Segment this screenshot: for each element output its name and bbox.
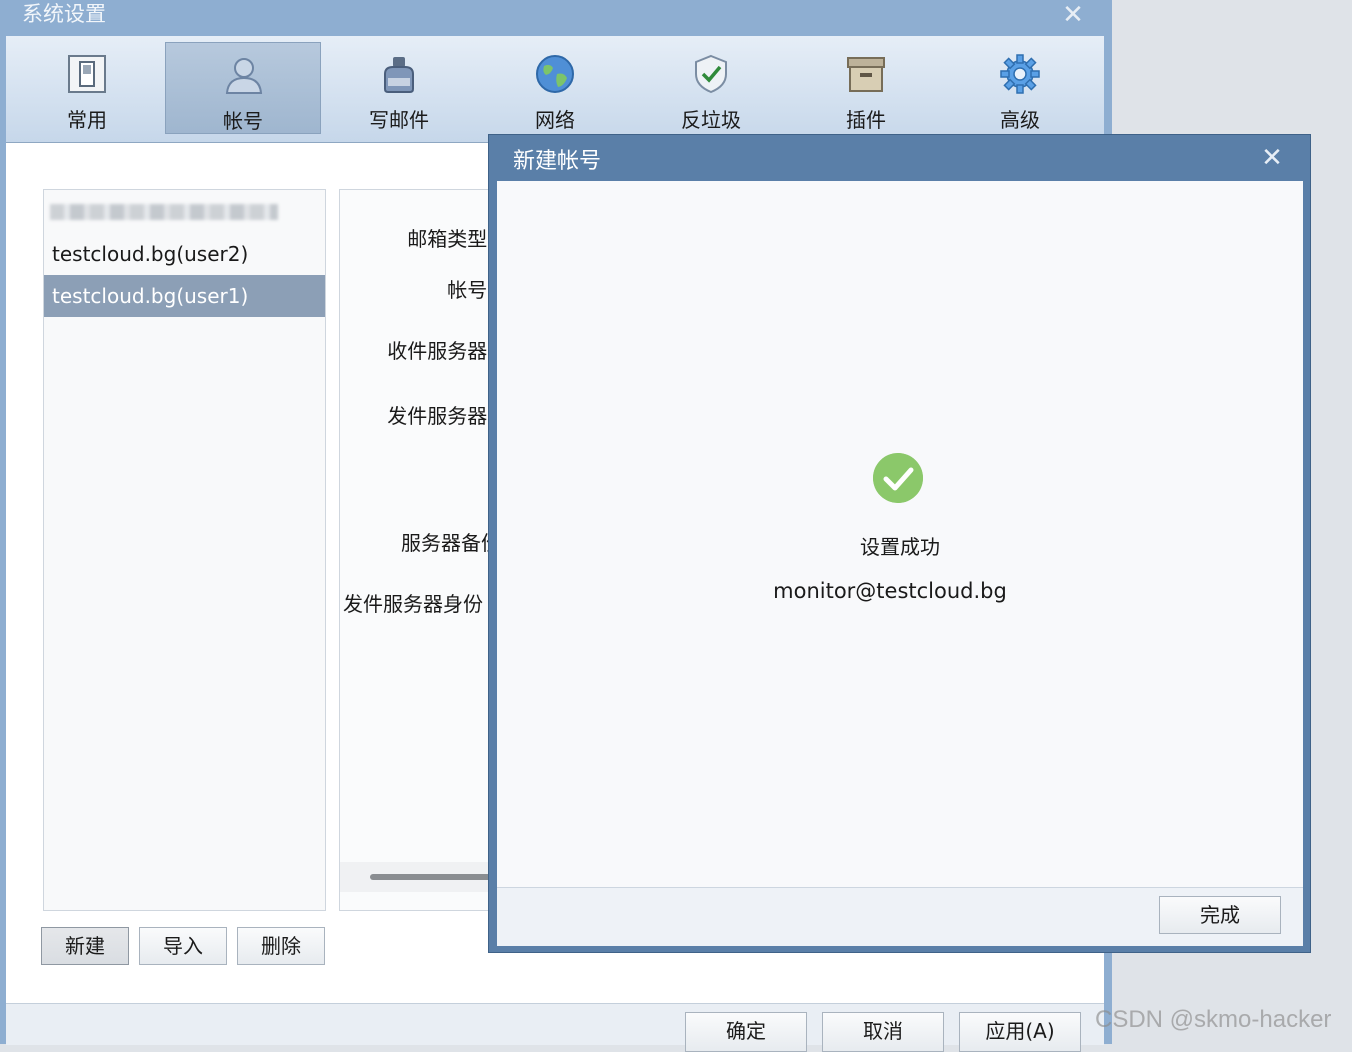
tab-antispam[interactable]: 反垃圾 (633, 42, 789, 134)
ink-bottle-icon (384, 57, 414, 93)
new-account-dialog: 新建帐号 ✕ 设置成功 monitor@testcloud.bg 完成 (488, 134, 1311, 953)
incoming-server-label: 收件服务器: (387, 339, 494, 363)
dialog-close-icon[interactable]: ✕ (1259, 145, 1285, 171)
blurred-account[interactable] (50, 204, 278, 220)
tab-network[interactable]: 网络 (477, 42, 633, 134)
delete-button[interactable]: 删除 (237, 927, 325, 965)
account-item-selected[interactable]: testcloud.bg(user1) (44, 275, 325, 317)
tab-label: 高级 (1000, 108, 1040, 132)
tab-label: 插件 (846, 108, 886, 132)
tab-label: 常用 (67, 108, 107, 132)
globe-icon (536, 55, 574, 93)
account-list[interactable]: testcloud.bg(user2) testcloud.bg(user1) (43, 189, 326, 911)
account-detail-panel: 邮箱类型: 帐号: 收件服务器: 发件服务器: 服务器备份 发件服务器身份 (339, 189, 501, 911)
mailbox-type-label: 邮箱类型: (407, 227, 494, 251)
account-item[interactable]: testcloud.bg(user2) (44, 233, 325, 275)
server-backup-label: 服务器备份 (401, 531, 501, 555)
window-close-icon[interactable]: ✕ (1060, 2, 1086, 28)
shield-check-icon (695, 54, 727, 94)
cancel-button[interactable]: 取消 (822, 1012, 944, 1052)
tab-label: 写邮件 (369, 108, 429, 132)
tab-label: 帐号 (223, 109, 263, 133)
smtp-auth-label: 发件服务器身份 (343, 592, 483, 616)
box-icon (847, 57, 885, 92)
scrollbar-thumb[interactable] (370, 874, 500, 880)
success-check-icon (873, 453, 923, 503)
dialog-footer-bar: 完成 (497, 887, 1303, 946)
user-icon (225, 58, 263, 94)
dialog-title: 新建帐号 (513, 149, 602, 174)
window-title: 系统设置 (22, 2, 106, 26)
horizontal-scrollbar[interactable] (340, 862, 500, 892)
ok-button[interactable]: 确定 (685, 1012, 807, 1052)
gear-icon (1000, 54, 1040, 94)
tab-general[interactable]: 常用 (9, 42, 165, 134)
apply-button[interactable]: 应用(A) (959, 1012, 1081, 1052)
dialog-footer: 确定 取消 应用(A) (6, 1003, 1104, 1052)
success-message: 设置成功 (860, 535, 940, 559)
tab-label: 反垃圾 (681, 108, 741, 132)
account-email: monitor@testcloud.bg (773, 579, 1007, 603)
tab-label: 网络 (535, 108, 575, 132)
tab-plugins[interactable]: 插件 (788, 42, 944, 134)
tab-advanced[interactable]: 高级 (942, 42, 1098, 134)
import-button[interactable]: 导入 (139, 927, 227, 965)
new-account-button[interactable]: 新建 (41, 927, 129, 965)
tab-account[interactable]: 帐号 (165, 42, 321, 134)
dialog-body: 设置成功 monitor@testcloud.bg (497, 181, 1303, 887)
settings-toolbar: 常用 帐号 写邮件 网络 反垃圾 插件 高级 (6, 36, 1104, 143)
general-icon (68, 55, 106, 93)
tab-compose[interactable]: 写邮件 (321, 42, 477, 134)
account-label: 帐号: (447, 278, 494, 302)
watermark: CSDN @skmo-hacker (1095, 1006, 1332, 1033)
outgoing-server-label: 发件服务器: (387, 404, 494, 428)
done-button[interactable]: 完成 (1159, 896, 1281, 934)
